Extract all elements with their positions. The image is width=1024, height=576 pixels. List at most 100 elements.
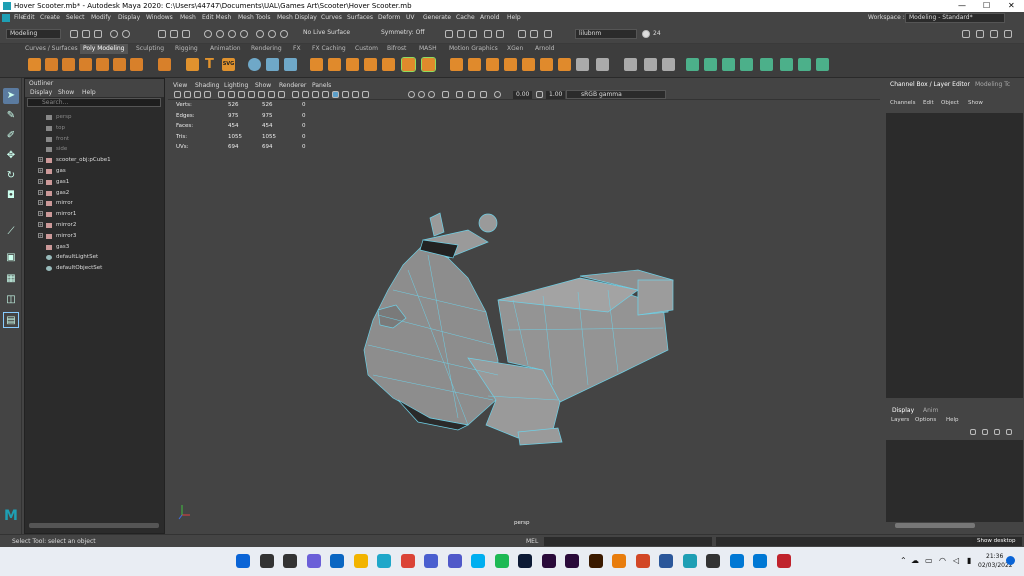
outliner-item[interactable]: side bbox=[29, 144, 159, 154]
viewport-persp[interactable]: Verts: 526 526 0 Edges: 975 975 0 Faces: 454 454 0 T… bbox=[168, 100, 880, 530]
open-scene-icon[interactable] bbox=[82, 30, 90, 38]
shelf-tab-animation[interactable]: Animation bbox=[207, 44, 244, 54]
separate-icon[interactable] bbox=[284, 58, 297, 71]
xray-icon[interactable] bbox=[332, 91, 339, 98]
layer-menu-layers[interactable]: Layers bbox=[891, 417, 909, 423]
offset-edge-loop-icon[interactable] bbox=[504, 58, 517, 71]
menu-cache[interactable]: Cache bbox=[456, 12, 475, 24]
save-scene-icon[interactable] bbox=[94, 30, 102, 38]
maya-icon[interactable] bbox=[682, 554, 697, 568]
single-view-icon[interactable]: ▣ bbox=[3, 250, 19, 266]
chat-icon[interactable] bbox=[306, 554, 321, 568]
layer-menu-help[interactable]: Help bbox=[946, 417, 959, 423]
snap-point-icon[interactable] bbox=[228, 30, 236, 38]
wireframe-on-shaded-icon[interactable] bbox=[312, 91, 319, 98]
channel-menu-object[interactable]: Object bbox=[941, 100, 959, 106]
layer-move-down-icon[interactable] bbox=[982, 429, 988, 435]
multi-cut-icon[interactable] bbox=[401, 57, 416, 72]
viewport-menu-panels[interactable]: Panels bbox=[312, 81, 331, 90]
menu-generate[interactable]: Generate bbox=[423, 12, 451, 24]
outliner-item[interactable]: + gas bbox=[29, 166, 159, 176]
select-component-icon[interactable] bbox=[182, 30, 190, 38]
shelf-tab-fx-caching[interactable]: FX Caching bbox=[309, 44, 349, 54]
close-button[interactable]: ✕ bbox=[1008, 0, 1015, 12]
spotify-icon[interactable] bbox=[494, 554, 509, 568]
history-icon[interactable] bbox=[268, 30, 276, 38]
film-gate-icon[interactable] bbox=[228, 91, 235, 98]
outliner-item[interactable]: + gas1 bbox=[29, 177, 159, 187]
minimize-button[interactable]: — bbox=[958, 0, 966, 12]
expand-icon[interactable]: + bbox=[38, 178, 43, 184]
outliner-menu-show[interactable]: Show bbox=[58, 88, 74, 97]
viewport-menu-lighting[interactable]: Lighting bbox=[224, 81, 248, 90]
tool-settings-icon[interactable] bbox=[990, 30, 998, 38]
merge-icon[interactable] bbox=[558, 58, 571, 71]
isolate-select-icon[interactable] bbox=[456, 91, 463, 98]
persp-outliner-icon[interactable]: ◫ bbox=[3, 292, 19, 308]
outliner-item[interactable]: + mirror bbox=[29, 198, 159, 208]
language-icon[interactable]: ▭ bbox=[925, 556, 933, 565]
wireframe-icon[interactable] bbox=[292, 91, 299, 98]
layer-scrollbar[interactable] bbox=[895, 523, 975, 528]
crease-icon[interactable] bbox=[624, 58, 637, 71]
expand-icon[interactable]: + bbox=[38, 232, 43, 238]
premiere-icon[interactable] bbox=[541, 554, 556, 568]
resolution-gate-icon[interactable] bbox=[238, 91, 245, 98]
fill-hole-icon[interactable] bbox=[328, 58, 341, 71]
svg-icon[interactable]: SVG bbox=[222, 58, 235, 71]
poke-icon[interactable] bbox=[522, 58, 535, 71]
command-input[interactable] bbox=[544, 537, 712, 546]
smooth-shade-icon[interactable] bbox=[302, 91, 309, 98]
task-view-icon[interactable] bbox=[283, 554, 297, 568]
edge-icon[interactable] bbox=[377, 554, 391, 568]
scooter-model[interactable] bbox=[168, 100, 880, 530]
viewport-menu-show[interactable]: Show bbox=[255, 81, 271, 90]
insert-edge-loop-icon[interactable] bbox=[486, 58, 499, 71]
shelf-tab-poly-modeling[interactable]: Poly Modeling bbox=[80, 44, 128, 54]
gate-mask-icon[interactable] bbox=[248, 91, 255, 98]
wedge-icon[interactable] bbox=[540, 58, 553, 71]
render-settings-icon[interactable] bbox=[484, 30, 492, 38]
illustrator-icon[interactable] bbox=[588, 554, 603, 568]
poly-torus-icon[interactable] bbox=[96, 58, 109, 71]
blender-icon[interactable] bbox=[612, 554, 626, 568]
mode-select[interactable]: Modeling bbox=[6, 29, 61, 39]
layer-move-up-icon[interactable] bbox=[970, 429, 976, 435]
teams-icon[interactable] bbox=[447, 554, 462, 568]
expand-icon[interactable]: + bbox=[38, 168, 43, 173]
snipping-icon[interactable] bbox=[753, 554, 767, 568]
render-icon[interactable] bbox=[457, 30, 465, 38]
after-effects-icon[interactable] bbox=[565, 554, 579, 568]
move-tool-icon[interactable]: ✥ bbox=[3, 148, 19, 164]
mirror-icon[interactable] bbox=[248, 58, 261, 71]
undo-icon[interactable] bbox=[110, 30, 118, 38]
quad-draw-icon[interactable] bbox=[468, 58, 481, 71]
collapse-icon[interactable] bbox=[576, 58, 589, 71]
uv-automatic-icon[interactable] bbox=[740, 58, 753, 71]
poly-sphere-icon[interactable] bbox=[28, 58, 41, 71]
menu-select[interactable]: Select bbox=[66, 12, 85, 24]
append-polygon-icon[interactable] bbox=[450, 58, 463, 71]
bevel-icon[interactable] bbox=[382, 58, 395, 71]
battery-icon[interactable]: ▮ bbox=[967, 556, 971, 565]
select-tool-icon[interactable]: ➤ bbox=[3, 88, 19, 104]
channel-menu-edit[interactable]: Edit bbox=[923, 100, 934, 106]
default-material-icon[interactable] bbox=[322, 91, 329, 98]
color-space-select[interactable]: sRGB gamma bbox=[566, 90, 666, 99]
onedrive-icon[interactable]: ☁ bbox=[911, 556, 919, 565]
tab-display-layers[interactable]: Display bbox=[892, 407, 914, 414]
exposure-icon[interactable] bbox=[494, 91, 501, 98]
pause-ipr-icon[interactable] bbox=[544, 30, 552, 38]
image-plane-icon[interactable] bbox=[204, 91, 211, 98]
menu-modify[interactable]: Modify bbox=[91, 12, 111, 24]
four-view-icon[interactable]: ▦ bbox=[3, 271, 19, 287]
platonic-solid-icon[interactable] bbox=[158, 58, 171, 71]
workspace-select[interactable]: Modeling - Standard* bbox=[905, 13, 1005, 23]
scale-tool-icon[interactable]: ◘ bbox=[3, 188, 19, 204]
expand-icon[interactable]: + bbox=[38, 222, 43, 227]
ambient-occlusion-icon[interactable] bbox=[408, 91, 415, 98]
outliner-menu-display[interactable]: Display bbox=[30, 88, 52, 97]
gamma-field[interactable]: 1.00 bbox=[546, 91, 566, 99]
rotate-tool-icon[interactable]: ↻ bbox=[3, 168, 19, 184]
photoshop-icon[interactable] bbox=[518, 554, 532, 568]
